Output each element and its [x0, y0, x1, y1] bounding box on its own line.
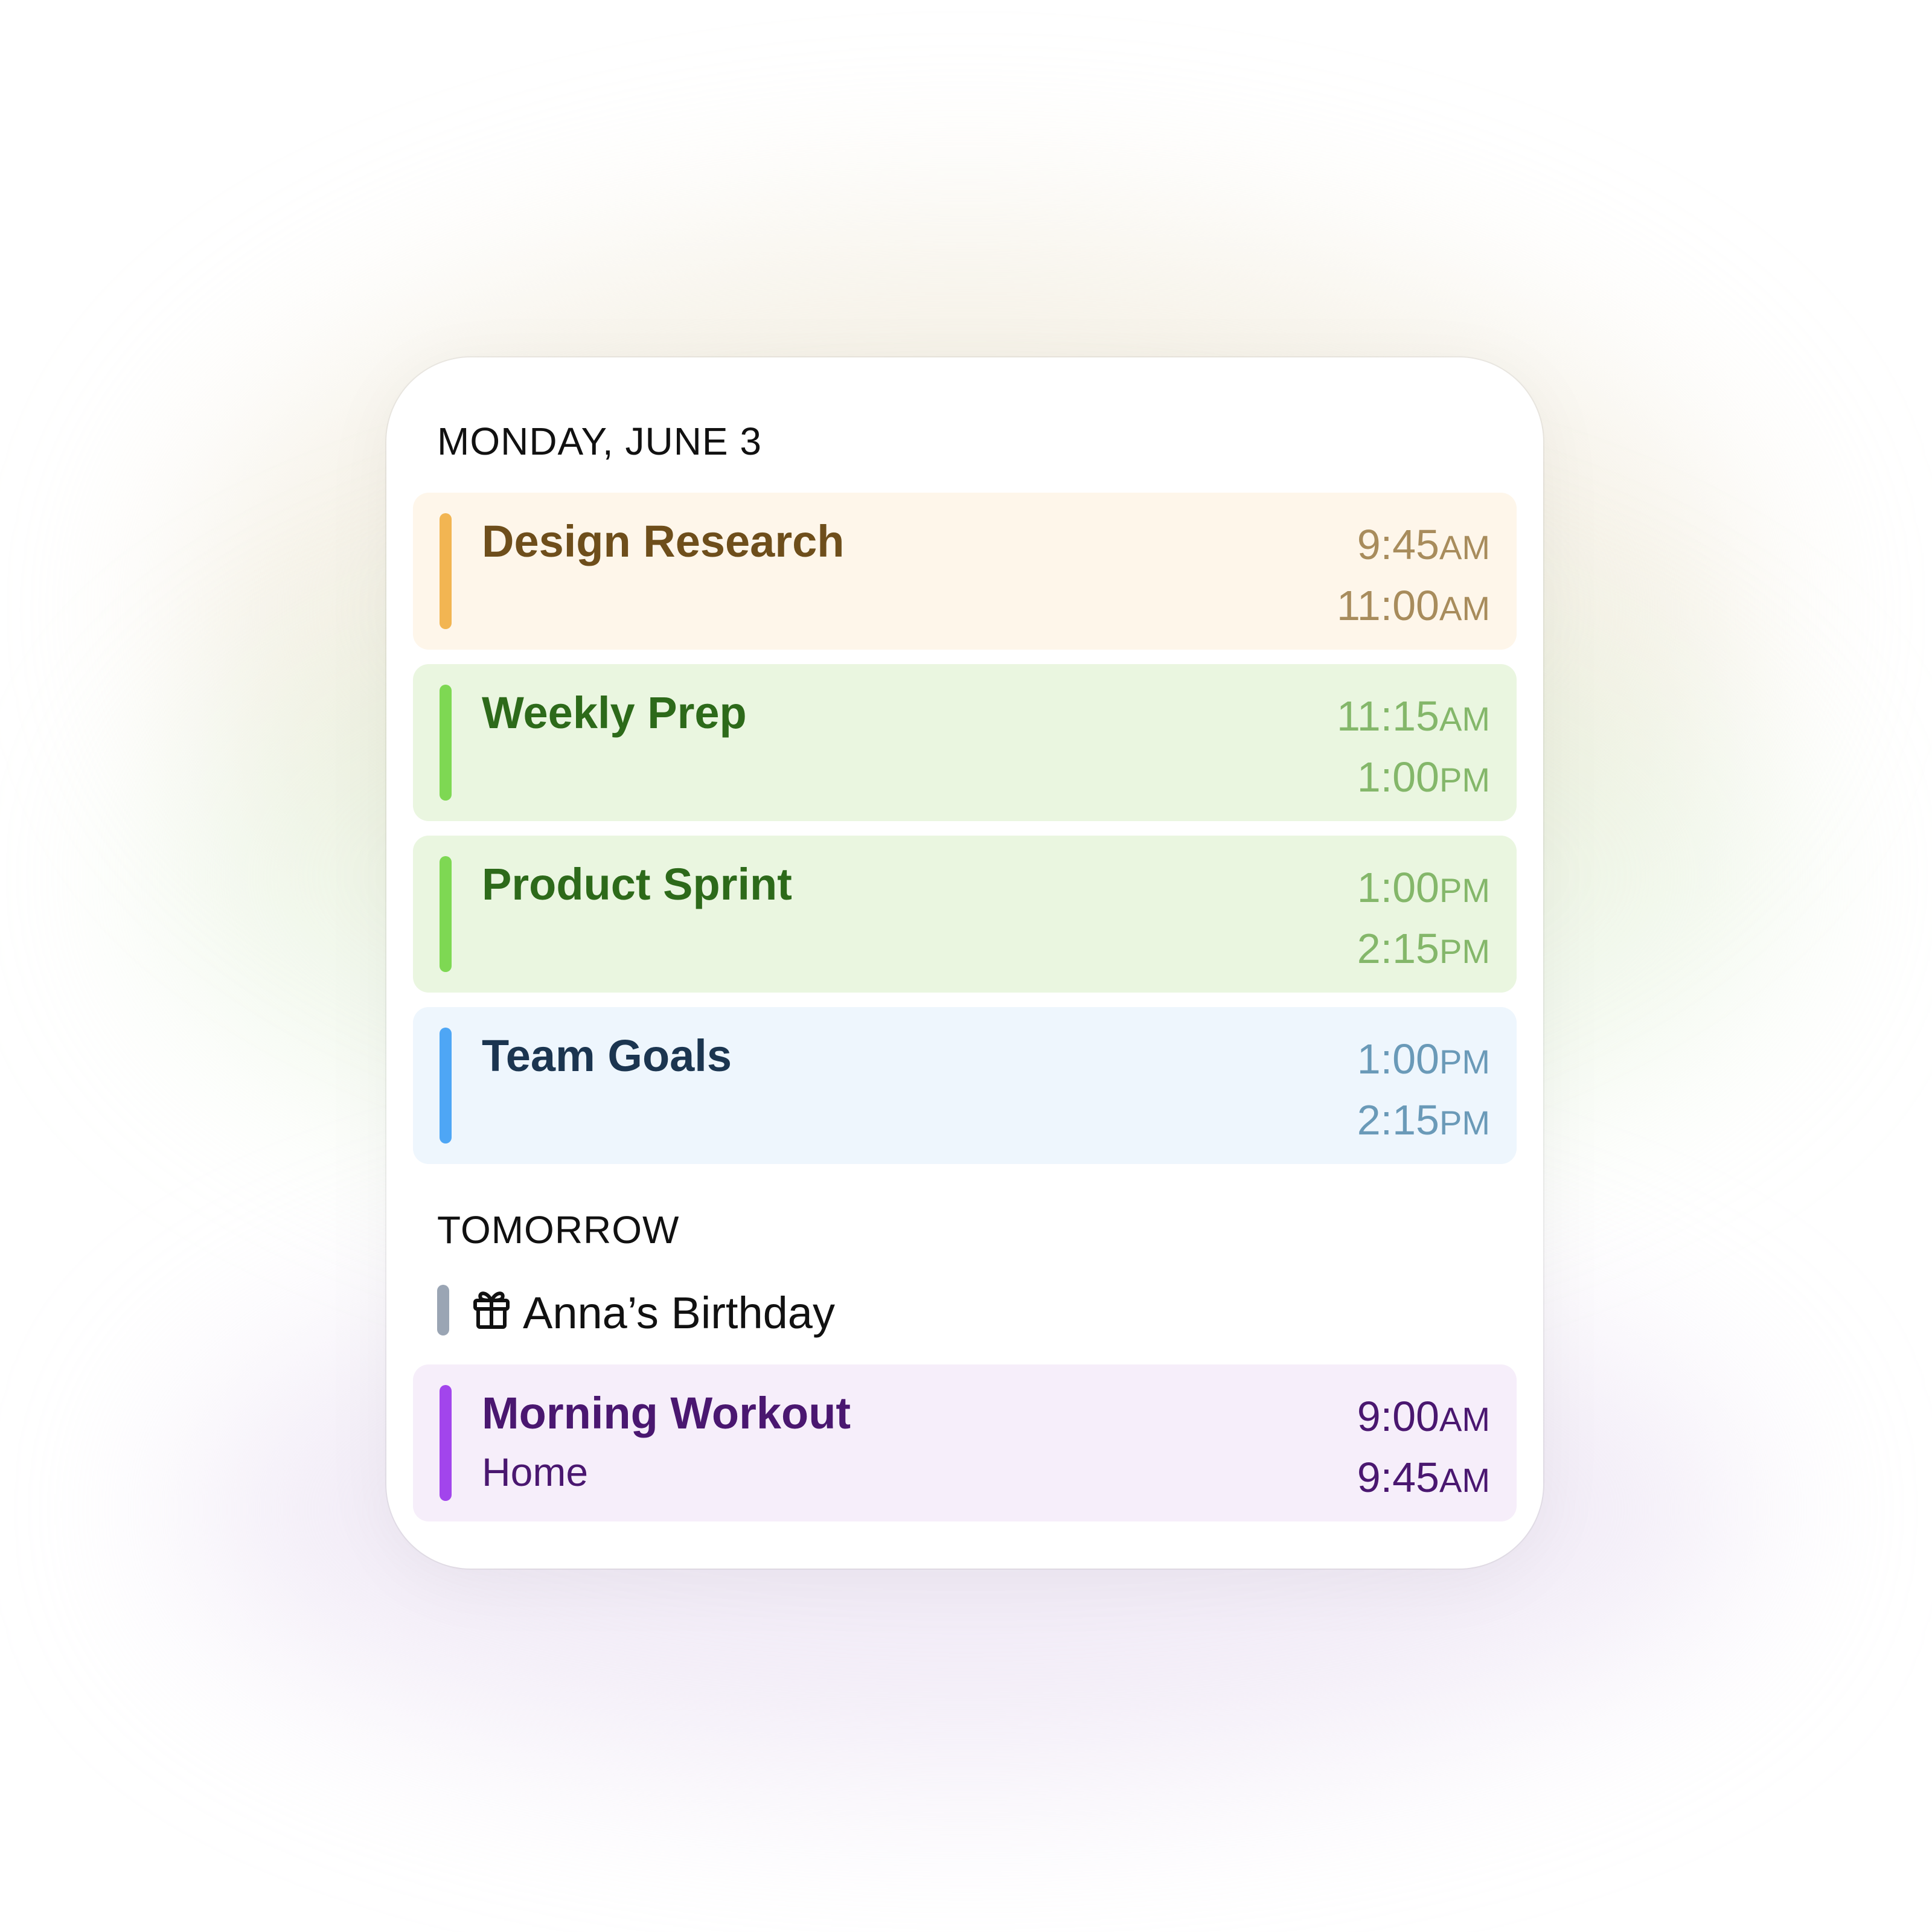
event-start-time: 1:00PM [1357, 1035, 1490, 1083]
event-color-bar [440, 685, 452, 801]
event-color-bar [440, 856, 452, 972]
event-title: Team Goals [482, 1031, 732, 1081]
event-weekly-prep[interactable]: Weekly Prep 11:15AM 1:00PM [413, 664, 1517, 821]
all-day-event-birthday[interactable]: Anna’s Birthday [437, 1282, 1343, 1338]
event-title: Weekly Prep [482, 688, 747, 738]
event-times: 1:00PM 2:15PM [1357, 1030, 1490, 1152]
event-product-sprint[interactable]: Product Sprint 1:00PM 2:15PM [413, 836, 1517, 993]
all-day-event-label: Anna’s Birthday [523, 1288, 835, 1338]
event-times: 9:45AM 11:00AM [1337, 516, 1490, 638]
event-end-time: 2:15PM [1357, 1096, 1490, 1144]
event-location: Home [482, 1450, 589, 1494]
event-morning-workout[interactable]: Morning Workout Home 9:00AM 9:45AM [413, 1364, 1517, 1521]
event-color-bar [440, 1385, 452, 1501]
event-start-time: 11:15AM [1337, 693, 1490, 740]
event-start-time: 9:45AM [1357, 521, 1490, 568]
event-team-goals[interactable]: Team Goals 1:00PM 2:15PM [413, 1007, 1517, 1164]
calendar-widget[interactable]: MONDAY, JUNE 3 Design Research 9:45AM 11… [386, 357, 1543, 1569]
tomorrow-header: TOMORROW [437, 1208, 680, 1252]
event-title: Product Sprint [482, 859, 792, 909]
event-end-time: 11:00AM [1337, 582, 1490, 629]
backdrop: MONDAY, JUNE 3 Design Research 9:45AM 11… [0, 0, 1932, 1932]
gift-icon [473, 1291, 510, 1329]
event-color-bar [437, 1285, 449, 1335]
event-times: 9:00AM 9:45AM [1357, 1387, 1490, 1509]
event-end-time: 9:45AM [1357, 1454, 1490, 1501]
event-title: Morning Workout [482, 1388, 851, 1438]
event-end-time: 1:00PM [1357, 753, 1490, 801]
event-color-bar [440, 513, 452, 629]
event-end-time: 2:15PM [1357, 925, 1490, 972]
today-header: MONDAY, JUNE 3 [437, 420, 762, 463]
event-start-time: 1:00PM [1357, 864, 1490, 911]
event-times: 11:15AM 1:00PM [1337, 687, 1490, 809]
event-times: 1:00PM 2:15PM [1357, 859, 1490, 980]
event-color-bar [440, 1028, 452, 1144]
event-title: Design Research [482, 516, 845, 566]
event-start-time: 9:00AM [1357, 1393, 1490, 1440]
event-design-research[interactable]: Design Research 9:45AM 11:00AM [413, 493, 1517, 650]
